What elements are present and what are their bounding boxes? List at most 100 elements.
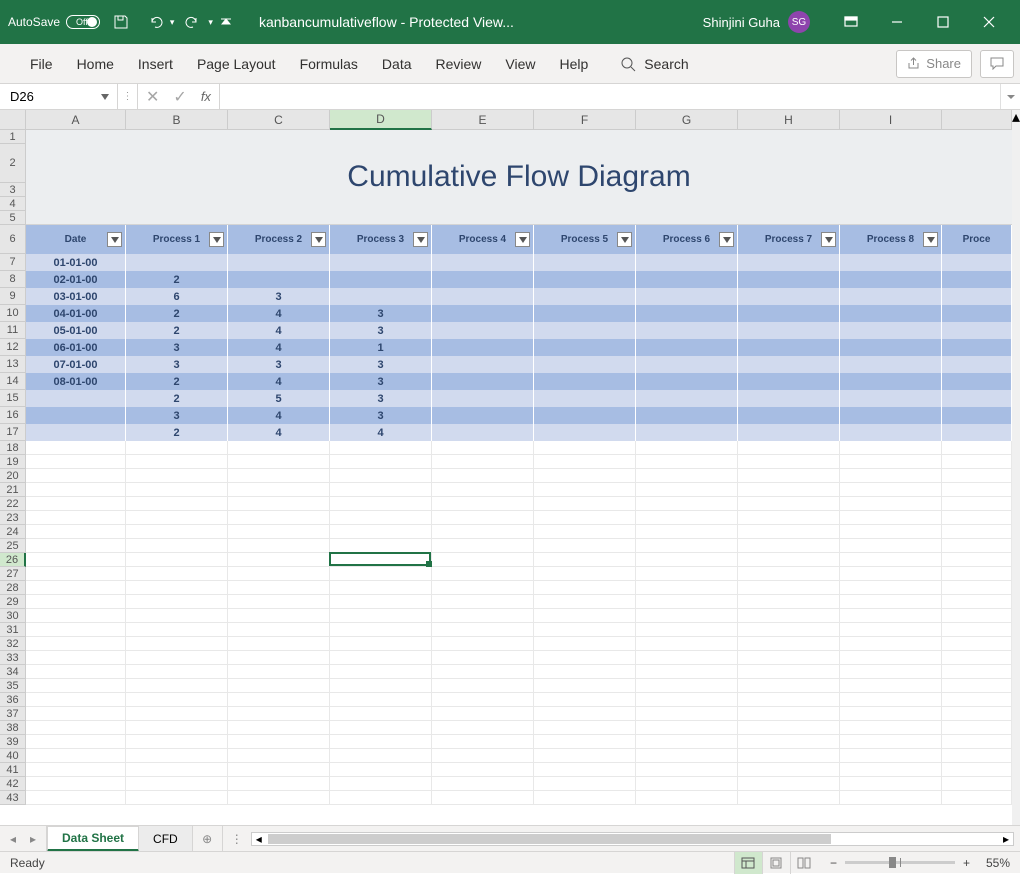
horizontal-scrollbar[interactable]: ◂ ▸ xyxy=(251,832,1014,846)
cell[interactable]: 2 xyxy=(126,271,228,288)
page-layout-view-icon[interactable] xyxy=(762,852,790,874)
cell[interactable] xyxy=(534,441,636,455)
cell[interactable] xyxy=(126,679,228,693)
scroll-left-icon[interactable]: ◂ xyxy=(252,833,266,845)
table-row[interactable]: 08-01-00243 xyxy=(26,373,1012,390)
cell[interactable] xyxy=(432,735,534,749)
cell[interactable] xyxy=(840,777,942,791)
cell[interactable] xyxy=(432,441,534,455)
cell[interactable] xyxy=(26,721,126,735)
cell[interactable] xyxy=(330,271,432,288)
filter-icon[interactable] xyxy=(923,232,938,247)
cell[interactable] xyxy=(228,483,330,497)
cell[interactable] xyxy=(636,637,738,651)
column-header-C[interactable]: C xyxy=(228,110,330,130)
chevron-down-icon[interactable]: ▾ xyxy=(170,17,175,28)
cell[interactable] xyxy=(534,455,636,469)
cell[interactable] xyxy=(432,791,534,805)
cell[interactable] xyxy=(228,749,330,763)
table-row[interactable]: 04-01-00243 xyxy=(26,305,1012,322)
row-header-35[interactable]: 35 xyxy=(0,679,26,693)
cell[interactable] xyxy=(738,581,840,595)
cell[interactable] xyxy=(738,390,840,407)
cell[interactable] xyxy=(738,609,840,623)
cell[interactable] xyxy=(534,373,636,390)
cell[interactable]: 4 xyxy=(228,305,330,322)
cell[interactable] xyxy=(534,407,636,424)
cell[interactable] xyxy=(942,356,1012,373)
cell[interactable] xyxy=(840,254,942,271)
cell[interactable]: 4 xyxy=(228,339,330,356)
cell[interactable] xyxy=(942,483,1012,497)
save-icon[interactable] xyxy=(106,7,136,37)
cell[interactable] xyxy=(534,567,636,581)
cell[interactable] xyxy=(636,497,738,511)
cell[interactable] xyxy=(738,525,840,539)
ribbon-display-icon[interactable] xyxy=(828,0,874,44)
table-row[interactable]: 244 xyxy=(26,424,1012,441)
cell-date[interactable]: 01-01-00 xyxy=(26,254,126,271)
cell[interactable] xyxy=(26,497,126,511)
cell[interactable] xyxy=(26,581,126,595)
cell[interactable] xyxy=(636,407,738,424)
row-header-38[interactable]: 38 xyxy=(0,721,26,735)
cell[interactable] xyxy=(26,707,126,721)
column-header-D[interactable]: D xyxy=(330,110,432,130)
cell[interactable] xyxy=(840,407,942,424)
filter-icon[interactable] xyxy=(719,232,734,247)
cell[interactable] xyxy=(126,693,228,707)
cell[interactable] xyxy=(738,763,840,777)
cell[interactable] xyxy=(126,651,228,665)
user-account[interactable]: Shinjini Guha SG xyxy=(703,11,810,33)
cell[interactable]: 3 xyxy=(330,373,432,390)
scroll-right-icon[interactable]: ▸ xyxy=(999,833,1013,845)
column-header-B[interactable]: B xyxy=(126,110,228,130)
cell[interactable] xyxy=(942,424,1012,441)
cell[interactable] xyxy=(636,271,738,288)
row-header-11[interactable]: 11 xyxy=(0,322,26,339)
cell[interactable] xyxy=(840,749,942,763)
cell[interactable] xyxy=(228,721,330,735)
cell[interactable] xyxy=(432,339,534,356)
chevron-down-icon[interactable]: ▾ xyxy=(208,17,213,28)
cell[interactable]: 4 xyxy=(228,407,330,424)
cell[interactable] xyxy=(636,749,738,763)
row-header-39[interactable]: 39 xyxy=(0,735,26,749)
cell[interactable] xyxy=(636,322,738,339)
cell[interactable] xyxy=(636,356,738,373)
cell[interactable] xyxy=(330,693,432,707)
row-header-8[interactable]: 8 xyxy=(0,271,26,288)
cell[interactable] xyxy=(840,665,942,679)
zoom-slider[interactable] xyxy=(845,861,955,864)
cell[interactable] xyxy=(942,595,1012,609)
cell[interactable] xyxy=(738,407,840,424)
sheet-next-icon[interactable]: ▸ xyxy=(26,832,40,846)
row-header-25[interactable]: 25 xyxy=(0,539,26,553)
cell[interactable] xyxy=(534,356,636,373)
cell[interactable] xyxy=(330,679,432,693)
cell[interactable] xyxy=(228,679,330,693)
cell[interactable] xyxy=(636,623,738,637)
cell[interactable]: 2 xyxy=(126,424,228,441)
cell[interactable] xyxy=(432,749,534,763)
column-header-I[interactable]: I xyxy=(840,110,942,130)
cell[interactable] xyxy=(942,707,1012,721)
cell[interactable] xyxy=(942,651,1012,665)
enter-icon[interactable]: ✓ xyxy=(173,87,186,107)
cell[interactable] xyxy=(432,407,534,424)
cell[interactable] xyxy=(26,651,126,665)
row-header-20[interactable]: 20 xyxy=(0,469,26,483)
cell[interactable] xyxy=(330,567,432,581)
cell[interactable]: 3 xyxy=(228,288,330,305)
cell[interactable] xyxy=(636,441,738,455)
cell[interactable] xyxy=(840,455,942,469)
cell[interactable] xyxy=(432,511,534,525)
cell[interactable] xyxy=(738,623,840,637)
cell[interactable] xyxy=(738,749,840,763)
row-header-36[interactable]: 36 xyxy=(0,693,26,707)
cell[interactable] xyxy=(738,553,840,567)
cell[interactable] xyxy=(432,623,534,637)
cell[interactable]: 3 xyxy=(126,339,228,356)
row-header-3[interactable]: 3 xyxy=(0,183,26,197)
cell[interactable] xyxy=(228,553,330,567)
